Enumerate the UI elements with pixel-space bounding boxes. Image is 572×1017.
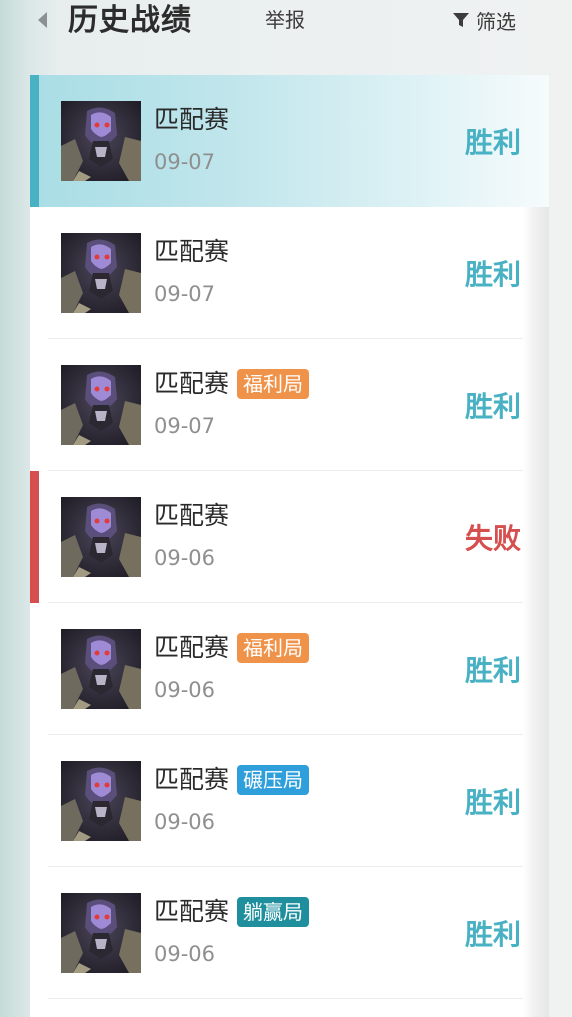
match-mode-line: 匹配赛 躺赢局 — [154, 895, 310, 929]
back-arrow-icon[interactable] — [38, 12, 47, 28]
match-result: 胜利 — [464, 390, 521, 423]
hero-avatar — [61, 761, 141, 841]
match-row[interactable]: 匹配赛 09-07 胜利 — [30, 207, 523, 339]
match-tag-badge: 福利局 — [237, 369, 310, 399]
match-row[interactable]: 匹配赛 碾压局 09-06 胜利 — [30, 735, 523, 867]
match-mode-label: 匹配赛 — [154, 105, 230, 134]
hero-avatar — [61, 233, 141, 313]
match-date: 09-07 — [154, 150, 216, 174]
match-mode-label: 匹配赛 — [154, 369, 230, 398]
match-row[interactable]: 匹配赛 09-07 胜利 — [30, 75, 549, 207]
hero-avatar — [61, 101, 141, 181]
filter-funnel-icon — [453, 13, 469, 27]
match-result: 失败 — [464, 522, 521, 555]
match-result: 胜利 — [464, 918, 521, 951]
match-row[interactable]: 匹配赛 09-06 失败 — [30, 471, 523, 603]
match-mode-line: 匹配赛 — [154, 499, 229, 533]
match-result: 胜利 — [464, 126, 521, 159]
match-mode-line: 匹配赛 碾压局 — [154, 763, 310, 797]
hero-avatar — [61, 893, 141, 973]
match-result: 胜利 — [464, 258, 521, 291]
page-title: 历史战绩 — [68, 3, 192, 38]
match-date: 09-07 — [154, 414, 216, 438]
row-divider — [48, 998, 523, 999]
match-row[interactable]: 匹配赛 福利局 09-07 胜利 — [30, 339, 523, 471]
filter-label: 筛选 — [476, 9, 516, 34]
hero-avatar — [61, 497, 141, 577]
match-mode-label: 匹配赛 — [154, 237, 230, 266]
match-row[interactable]: 匹配赛 福利局 09-06 胜利 — [30, 603, 523, 735]
row-accent-bar — [30, 75, 39, 207]
header: 历史战绩 举报 筛选 — [0, 0, 572, 42]
match-mode-line: 匹配赛 — [154, 103, 229, 137]
match-date: 09-07 — [154, 282, 216, 306]
match-mode-line: 匹配赛 — [154, 235, 229, 269]
row-accent-bar — [30, 471, 39, 603]
match-date: 09-06 — [154, 546, 216, 570]
match-mode-label: 匹配赛 — [154, 633, 230, 662]
match-date: 09-06 — [154, 810, 216, 834]
report-button[interactable]: 举报 — [265, 0, 305, 40]
match-mode-label: 匹配赛 — [154, 765, 230, 794]
list-edge-shadow — [523, 75, 549, 1017]
match-tag-badge: 福利局 — [237, 633, 310, 663]
match-mode-label: 匹配赛 — [154, 897, 230, 926]
match-result: 胜利 — [464, 786, 521, 819]
filter-button[interactable]: 筛选 — [452, 0, 516, 40]
match-tag-badge: 碾压局 — [237, 765, 310, 795]
hero-avatar — [61, 365, 141, 445]
match-mode-label: 匹配赛 — [154, 501, 230, 530]
match-mode-line: 匹配赛 福利局 — [154, 367, 310, 401]
match-date: 09-06 — [154, 942, 216, 966]
match-tag-badge: 躺赢局 — [237, 897, 310, 927]
hero-avatar — [61, 629, 141, 709]
match-date: 09-06 — [154, 678, 216, 702]
match-result: 胜利 — [464, 654, 521, 687]
match-row[interactable]: 匹配赛 躺赢局 09-06 胜利 — [30, 867, 523, 999]
match-mode-line: 匹配赛 福利局 — [154, 631, 310, 665]
